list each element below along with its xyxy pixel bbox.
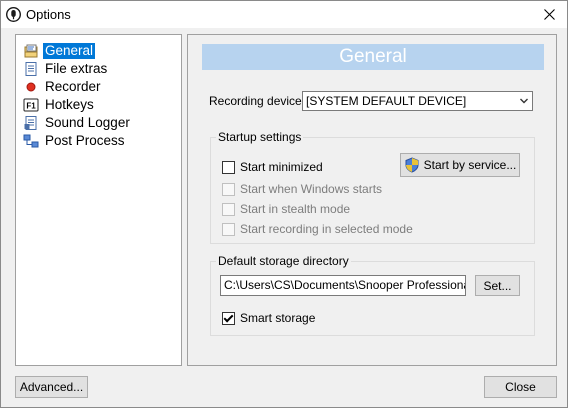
close-icon — [543, 9, 555, 20]
checkbox-box[interactable] — [222, 222, 235, 236]
recording-device-select[interactable]: [SYSTEM DEFAULT DEVICE] — [302, 91, 533, 111]
tree-item-label: Hotkeys — [45, 97, 94, 112]
checkbox-box[interactable] — [222, 182, 235, 196]
start-by-service-button[interactable]: Start by service... — [400, 153, 520, 177]
startup-settings-legend: Startup settings — [218, 130, 302, 144]
chevron-down-icon — [520, 98, 528, 104]
smart-storage-checkbox[interactable]: Smart storage — [222, 311, 315, 325]
tree-item-label: Post Process — [45, 133, 125, 148]
tree-item-recorder[interactable]: Recorder — [23, 78, 103, 96]
checkbox-box[interactable] — [222, 202, 235, 216]
start-stealth-mode-checkbox[interactable]: Start in stealth mode — [222, 202, 350, 216]
category-tree: General File extras Recorder F1 Hotkeys … — [15, 34, 182, 366]
checkbox-label: Smart storage — [240, 311, 316, 325]
storage-path-input[interactable]: C:\Users\CS\Documents\Snooper Profession… — [220, 275, 466, 296]
start-when-windows-starts-checkbox[interactable]: Start when Windows starts — [222, 182, 382, 196]
checkbox-label: Start recording in selected mode — [240, 222, 413, 236]
general-icon — [23, 43, 39, 59]
app-icon — [6, 7, 21, 22]
shield-icon — [405, 157, 419, 173]
tree-item-label: Recorder — [45, 79, 101, 94]
recording-device-label: Recording device — [209, 94, 302, 108]
tree-item-general[interactable]: General — [23, 42, 96, 60]
start-recording-selected-mode-checkbox[interactable]: Start recording in selected mode — [222, 222, 413, 236]
hotkeys-icon-text: F1 — [26, 102, 36, 111]
window-title: Options — [26, 7, 71, 22]
hotkeys-icon: F1 — [23, 97, 39, 113]
panel-header: General — [202, 44, 544, 70]
checkbox-box[interactable] — [222, 311, 235, 325]
start-by-service-label: Start by service... — [423, 158, 517, 172]
options-window: Options General File extras Recorder F1 … — [0, 0, 568, 408]
tree-item-hotkeys[interactable]: F1 Hotkeys — [23, 96, 96, 114]
tree-item-label: Sound Logger — [45, 115, 130, 130]
checkbox-label: Start when Windows starts — [240, 182, 383, 196]
tree-item-sound-logger[interactable]: Sound Logger — [23, 114, 132, 132]
tree-item-label: File extras — [45, 61, 108, 76]
checkbox-label: Start in stealth mode — [240, 202, 351, 216]
file-extras-icon — [23, 61, 39, 77]
storage-directory-legend: Default storage directory — [218, 254, 349, 268]
post-process-icon — [23, 133, 39, 149]
checkbox-box[interactable] — [222, 160, 235, 174]
close-window-button[interactable] — [531, 1, 567, 28]
advanced-button[interactable]: Advanced... — [15, 376, 88, 398]
set-storage-button[interactable]: Set... — [475, 275, 520, 296]
client-area: General File extras Recorder F1 Hotkeys … — [1, 28, 567, 407]
tree-item-label: General — [43, 43, 96, 59]
recording-device-value: [SYSTEM DEFAULT DEVICE] — [306, 94, 467, 108]
tree-item-file-extras[interactable]: File extras — [23, 60, 109, 78]
sound-logger-icon — [23, 115, 39, 131]
recorder-icon — [23, 79, 39, 95]
tree-item-post-process[interactable]: Post Process — [23, 132, 127, 150]
title-bar: Options — [1, 1, 567, 28]
close-button[interactable]: Close — [484, 376, 557, 398]
start-minimized-checkbox[interactable]: Start minimized — [222, 160, 323, 174]
settings-panel: General Recording device [SYSTEM DEFAULT… — [187, 34, 557, 366]
checkbox-label: Start minimized — [240, 160, 323, 174]
